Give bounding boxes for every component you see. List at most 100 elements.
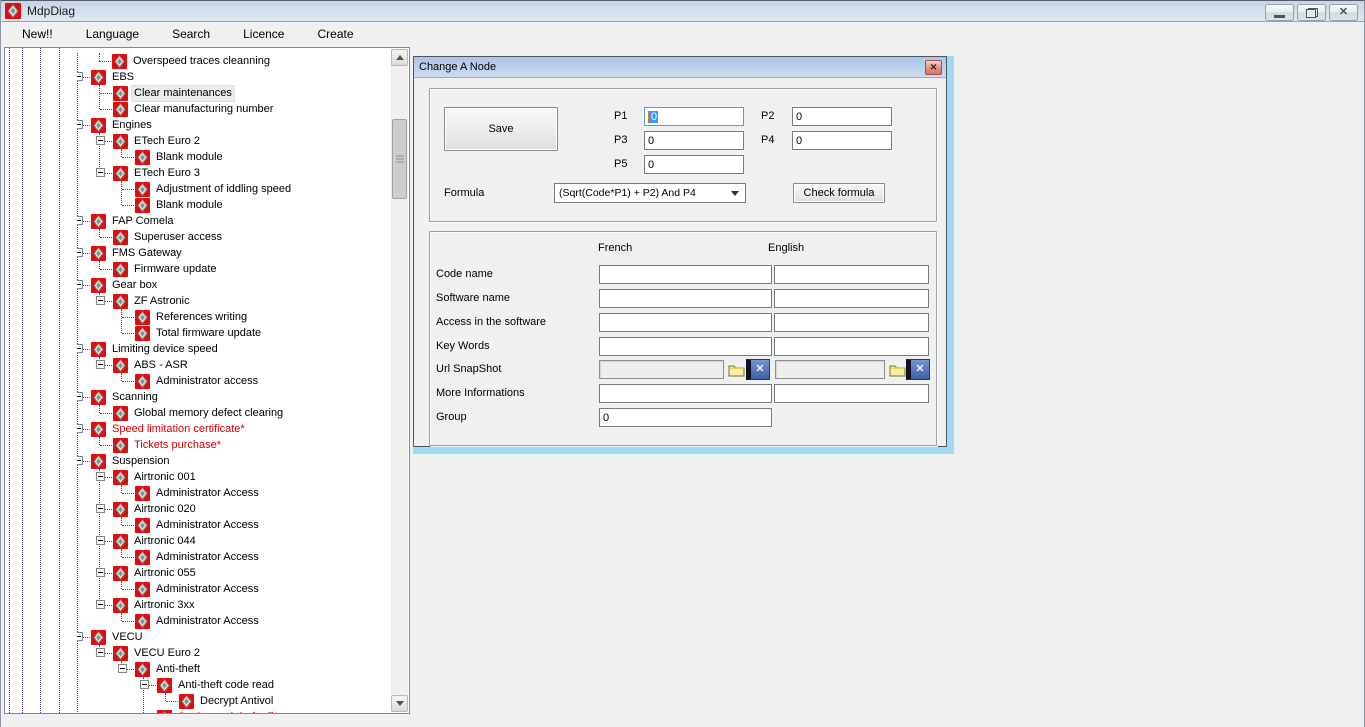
tree-node-superuser-access[interactable]: Superuser access (100, 229, 391, 245)
tree-node-fms-gateway[interactable]: FMS Gateway (78, 245, 391, 261)
url-snapshot-french-clear-button[interactable]: ✕ (746, 359, 770, 380)
tree-node-administrator-access[interactable]: Administrator access (122, 373, 391, 389)
scroll-down-button[interactable] (391, 695, 408, 712)
collapse-minus-box[interactable] (77, 120, 83, 129)
tree-node-airtronic-020[interactable]: Airtronic 020 (100, 501, 391, 517)
url-snapshot-english-input[interactable] (775, 360, 885, 379)
tree-node-blank-module[interactable]: Blank module (122, 197, 391, 213)
tree-node-vecu-euro-2[interactable]: VECU Euro 2 (100, 645, 391, 661)
code-name-french-input[interactable] (599, 265, 772, 284)
p4-input[interactable] (792, 131, 892, 150)
collapse-minus-box[interactable] (96, 568, 105, 577)
tree-node-anti-theft-code-read[interactable]: Anti-theft code read (144, 677, 391, 693)
tree-node-etech-euro-2[interactable]: ETech Euro 2 (100, 133, 391, 149)
tree-node-anti-theft[interactable]: Anti-theft (122, 661, 391, 677)
restore-button[interactable] (1297, 4, 1326, 21)
key-words-english-input[interactable] (774, 337, 929, 356)
tree-node-ebs[interactable]: EBS (78, 69, 391, 85)
collapse-minus-box[interactable] (96, 600, 105, 609)
minimize-button[interactable] (1265, 4, 1294, 21)
tree-node-administrator-access[interactable]: Administrator Access (122, 549, 391, 565)
collapse-minus-box[interactable] (96, 472, 105, 481)
tree-vertical-scrollbar[interactable] (391, 49, 408, 712)
menu-item-language[interactable]: Language (79, 25, 146, 43)
tree-node-administrator-access[interactable]: Administrator Access (122, 485, 391, 501)
tree-node-scanning[interactable]: Scanning (78, 389, 391, 405)
tree-node-overspeed-traces-cleanning[interactable]: Overspeed traces cleanning (99, 53, 391, 69)
collapse-minus-box[interactable] (77, 72, 83, 81)
tree-node-global-memory-defect-clearing[interactable]: Global memory defect clearing (100, 405, 391, 421)
close-button[interactable]: ✕ (1329, 4, 1358, 21)
tree-node-zf-astronic[interactable]: ZF Astronic (100, 293, 391, 309)
url-snapshot-english-browse-button[interactable] (889, 363, 906, 377)
tree-node-airtronic-055[interactable]: Airtronic 055 (100, 565, 391, 581)
p1-input[interactable]: 0 (644, 107, 744, 126)
tree-node-airtronic-044[interactable]: Airtronic 044 (100, 533, 391, 549)
collapse-minus-box[interactable] (77, 456, 83, 465)
tree-node-vecu[interactable]: VECU (78, 629, 391, 645)
tree-node-total-firmware-update[interactable]: Total firmware update (122, 325, 391, 341)
tree-node-speed-limitation-certificate[interactable]: Speed limitation certificate* (78, 421, 391, 437)
dialog-close-button[interactable]: ✕ (925, 60, 942, 75)
tree-node-administrator-access[interactable]: Administrator Access (122, 517, 391, 533)
menu-item-new[interactable]: New!! (15, 25, 60, 43)
collapse-minus-box[interactable] (77, 248, 83, 257)
tree-node-tickets-purchase[interactable]: Tickets purchase* (100, 437, 391, 453)
p3-input[interactable] (644, 131, 744, 150)
tree-node-gear-box[interactable]: Gear box (78, 277, 391, 293)
menu-item-licence[interactable]: Licence (236, 25, 291, 43)
dialog-titlebar[interactable]: Change A Node ✕ (414, 57, 946, 78)
tree-node-fap-comela[interactable]: FAP Comela (78, 213, 391, 229)
tree-node-clear-manufacturing-number[interactable]: Clear manufacturing number (100, 101, 391, 117)
collapse-minus-box[interactable] (77, 216, 83, 225)
collapse-minus-box[interactable] (96, 136, 105, 145)
access-in-the-software-english-input[interactable] (774, 313, 929, 332)
collapse-minus-box[interactable] (96, 168, 105, 177)
url-snapshot-english-clear-button[interactable]: ✕ (906, 359, 930, 380)
tree-node-etech-euro-3[interactable]: ETech Euro 3 (100, 165, 391, 181)
tree-node-blank-module[interactable]: Blank module (122, 149, 391, 165)
collapse-minus-box[interactable] (77, 392, 83, 401)
tree-node-airtronic-001[interactable]: Airtronic 001 (100, 469, 391, 485)
collapse-minus-box[interactable] (77, 344, 83, 353)
tree-node-adjustment-of-iddling-speed[interactable]: Adjustment of iddling speed (122, 181, 391, 197)
code-name-english-input[interactable] (774, 265, 929, 284)
check-formula-button[interactable]: Check formula (793, 183, 885, 203)
collapse-minus-box[interactable] (96, 360, 105, 369)
formula-combobox[interactable]: (Sqrt(Code*P1) + P2) And P4 (554, 183, 746, 203)
collapse-minus-box[interactable] (140, 680, 149, 689)
save-button[interactable]: Save (444, 107, 558, 151)
collapse-minus-box[interactable] (118, 664, 127, 673)
url-snapshot-french-input[interactable] (599, 360, 724, 379)
tree-node-clear-maintenances[interactable]: Clear maintenances (100, 85, 391, 101)
software-name-french-input[interactable] (599, 289, 772, 308)
tree-node-administrator-access[interactable]: Administrator Access (122, 581, 391, 597)
menu-item-search[interactable]: Search (165, 25, 217, 43)
tree-node-engines[interactable]: Engines (78, 117, 391, 133)
tree-node-setting-anti-theft-off[interactable]: Setting anti-theft off* (144, 709, 391, 713)
software-name-english-input[interactable] (774, 289, 929, 308)
tree-node-suspension[interactable]: Suspension (78, 453, 391, 469)
collapse-minus-box[interactable] (96, 536, 105, 545)
menu-item-create[interactable]: Create (310, 25, 360, 43)
scrollbar-thumb[interactable] (392, 119, 407, 199)
collapse-minus-box[interactable] (77, 632, 83, 641)
tree-node-abs-asr[interactable]: ABS - ASR (100, 357, 391, 373)
tree-node-airtronic-3xx[interactable]: Airtronic 3xx (100, 597, 391, 613)
tree-node-firmware-update[interactable]: Firmware update (100, 261, 391, 277)
more-informations-english-input[interactable] (774, 384, 929, 403)
group-input[interactable] (599, 408, 772, 427)
collapse-minus-box[interactable] (77, 424, 83, 433)
key-words-french-input[interactable] (599, 337, 772, 356)
collapse-minus-box[interactable] (96, 504, 105, 513)
collapse-minus-box[interactable] (77, 280, 83, 289)
tree-node-administrator-access[interactable]: Administrator Access (122, 613, 391, 629)
collapse-minus-box[interactable] (96, 648, 105, 657)
collapse-minus-box[interactable] (96, 296, 105, 305)
access-in-the-software-french-input[interactable] (599, 313, 772, 332)
tree-node-limiting-device-speed[interactable]: Limiting device speed (78, 341, 391, 357)
tree-node-references-writing[interactable]: References writing (122, 309, 391, 325)
url-snapshot-french-browse-button[interactable] (728, 363, 745, 377)
tree-node-decrypt-antivol[interactable]: Decrypt Antivol (166, 693, 391, 709)
p5-input[interactable] (644, 155, 744, 174)
